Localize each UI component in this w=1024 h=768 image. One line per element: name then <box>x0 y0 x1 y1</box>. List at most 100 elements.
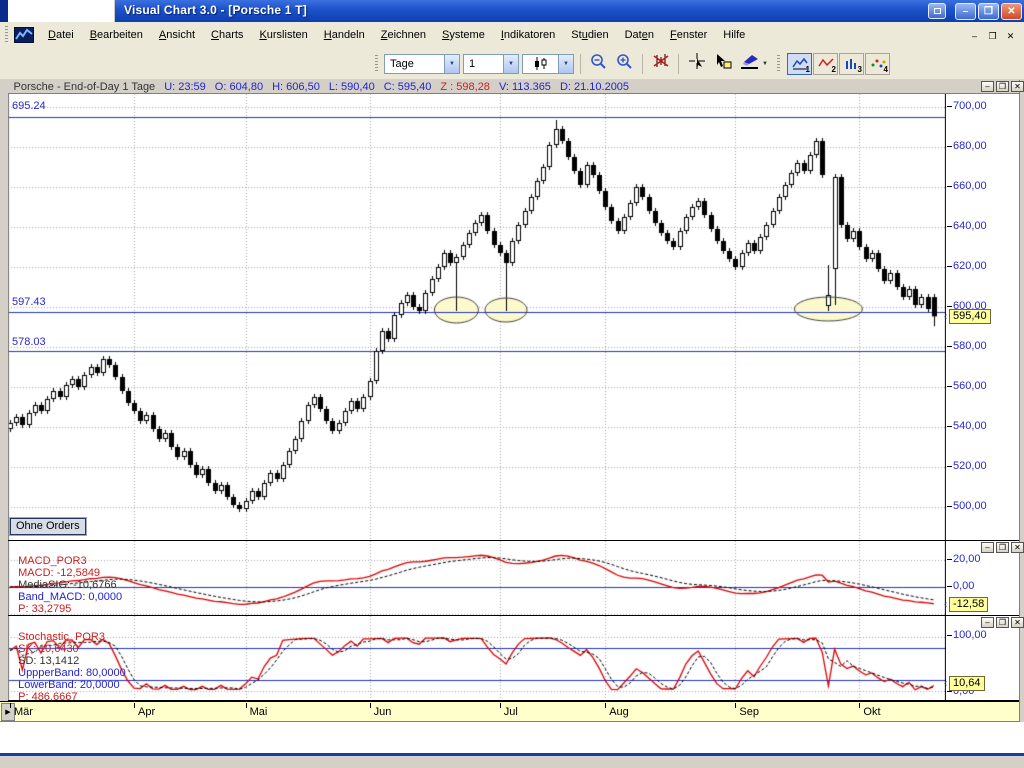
mdi-minimize-button[interactable]: – <box>967 29 982 42</box>
panel-close-button[interactable]: ✕ <box>1011 81 1024 92</box>
macd-tick-label: 0,00 <box>953 580 974 592</box>
menu-item-indikatoren[interactable]: Indikatoren <box>493 26 563 44</box>
stoch-panel-controls: – ❐ ✕ <box>981 617 1024 628</box>
menu-item-fenster[interactable]: Fenster <box>662 26 715 44</box>
menu-items: DateiBearbeitenAnsichtChartsKurslistenHa… <box>40 26 753 44</box>
chart-window-button-4[interactable]: 4 <box>865 53 890 75</box>
stoch-value-badge: 10,64 <box>949 676 985 691</box>
highlighter-tool-button[interactable]: ▼ <box>737 53 771 75</box>
close-icon: ✕ <box>1014 543 1021 552</box>
toolbar-grip[interactable] <box>777 55 780 73</box>
toolbar: Tage ▼ 1 ▼ ▼ ▼ 12 34 <box>0 48 1024 80</box>
bars-cross-icon <box>652 53 670 74</box>
close-button[interactable]: ✕ <box>1001 3 1022 20</box>
price-chart-canvas[interactable] <box>8 94 946 540</box>
macd-chart-canvas[interactable] <box>8 541 946 615</box>
panel-restore-button[interactable]: ❐ <box>996 542 1009 553</box>
mdi-restore-button[interactable]: ❐ <box>985 29 1000 42</box>
panel-divider[interactable] <box>8 615 1019 616</box>
instrument-label: Porsche - End-of-Day 1 Tage <box>14 81 156 93</box>
titlebar-extra-button[interactable] <box>928 3 946 19</box>
price-tick-label: 520,00 <box>953 460 987 472</box>
mdi-close-button[interactable]: ✕ <box>1003 29 1018 42</box>
menubar-grip[interactable] <box>5 26 8 44</box>
chart-window-button-1[interactable]: 1 <box>787 53 812 75</box>
month-label: Okt <box>863 706 880 718</box>
panel-minimize-button[interactable]: – <box>981 617 994 628</box>
panel-restore-button[interactable]: ❐ <box>996 617 1009 628</box>
minimize-icon: – <box>963 7 969 17</box>
panel-close-button[interactable]: ✕ <box>1011 617 1024 628</box>
panel-restore-button[interactable]: ❐ <box>996 81 1009 92</box>
menu-item-studien[interactable]: Studien <box>563 26 616 44</box>
compression-combobox[interactable]: 1 ▼ <box>463 54 519 74</box>
period-value: Tage <box>385 58 444 70</box>
candlestick-icon <box>523 57 558 70</box>
panel-minimize-button[interactable]: – <box>981 542 994 553</box>
price-tick-label: 560,00 <box>953 380 987 392</box>
chevron-down-icon[interactable]: ▼ <box>444 55 459 73</box>
menu-item-bearbeiten[interactable]: Bearbeiten <box>82 26 151 44</box>
panel-close-button[interactable]: ✕ <box>1011 542 1024 553</box>
toolbar-separator <box>642 54 643 74</box>
time-value: U: 23:59 <box>164 81 206 93</box>
price-tick-label: 700,00 <box>953 100 987 112</box>
minimize-icon: – <box>985 82 989 91</box>
menu-item-zeichnen[interactable]: Zeichnen <box>373 26 434 44</box>
menu-item-ansicht[interactable]: Ansicht <box>151 26 203 44</box>
menu-item-hilfe[interactable]: Hilfe <box>715 26 753 44</box>
macd-value: MACD: -12,5849 <box>18 567 100 579</box>
empty-strip <box>0 722 1024 753</box>
menu-item-charts[interactable]: Charts <box>203 26 251 44</box>
pointer-tool-button[interactable] <box>685 53 708 75</box>
chart-window-button-3[interactable]: 3 <box>839 53 864 75</box>
ohne-orders-button[interactable]: Ohne Orders <box>10 518 86 535</box>
cursor-icon <box>689 53 705 74</box>
upperband-value: UppperBand: 80,0000 <box>18 667 126 679</box>
band-macd-value: Band_MACD: 0,0000 <box>18 591 122 603</box>
scroll-left-button[interactable]: ▶ <box>1 703 15 721</box>
chevron-down-icon[interactable]: ▼ <box>558 55 573 73</box>
label-tool-button[interactable] <box>711 53 734 75</box>
button-number: 3 <box>858 65 862 74</box>
chart-window-button-2[interactable]: 2 <box>813 53 838 75</box>
stochastic-chart-canvas[interactable] <box>8 616 946 700</box>
period-combobox[interactable]: Tage ▼ <box>384 54 460 74</box>
zoom-in-icon <box>616 53 633 75</box>
title-bar: Visual Chart 3.0 - [Porsche 1 T] – ❐ ✕ <box>0 0 1024 22</box>
macd-title: MACD_POR3 <box>18 555 86 567</box>
open-value: O: 604,80 <box>215 81 263 93</box>
highlighter-icon <box>740 54 760 74</box>
chevron-down-icon[interactable]: ▼ <box>762 61 768 67</box>
zoom-in-button[interactable] <box>613 53 636 75</box>
stoch-p-value: P: 486,6667 <box>18 691 77 703</box>
titlebar-white-block <box>8 0 115 22</box>
panel-divider[interactable] <box>8 540 1019 541</box>
month-label: Mai <box>250 706 268 718</box>
left-gutter <box>0 80 8 722</box>
hide-bars-button[interactable] <box>649 53 672 75</box>
restore-button[interactable]: ❐ <box>978 3 999 20</box>
month-tick <box>859 703 860 708</box>
zoom-out-button[interactable] <box>587 53 610 75</box>
close-value: C: 595,40 <box>384 81 432 93</box>
chevron-down-icon[interactable]: ▼ <box>503 55 518 73</box>
panel-minimize-button[interactable]: – <box>981 81 994 92</box>
toolbar-grip[interactable] <box>375 55 378 73</box>
minimize-button[interactable]: – <box>955 3 976 20</box>
menu-item-systeme[interactable]: Systeme <box>434 26 493 44</box>
month-tick <box>605 703 606 708</box>
low-value: L: 590,40 <box>329 81 375 93</box>
month-label: Aug <box>609 706 629 718</box>
menu-item-handeln[interactable]: Handeln <box>316 26 373 44</box>
high-value: H: 606,50 <box>272 81 320 93</box>
level-line-label: 695.24 <box>12 100 46 112</box>
chart-style-combobox[interactable]: ▼ <box>522 54 574 74</box>
toolbar-separator <box>678 54 679 74</box>
menu-item-daten[interactable]: Daten <box>617 26 662 44</box>
lowerband-value: LowerBand: 20,0000 <box>18 679 120 691</box>
time-axis[interactable]: ▶ MärAprMaiJunJulAugSepOkt <box>0 701 1019 722</box>
menu-item-datei[interactable]: Datei <box>40 26 82 44</box>
menu-item-kurslisten[interactable]: Kurslisten <box>251 26 315 44</box>
square-icon <box>934 8 941 14</box>
